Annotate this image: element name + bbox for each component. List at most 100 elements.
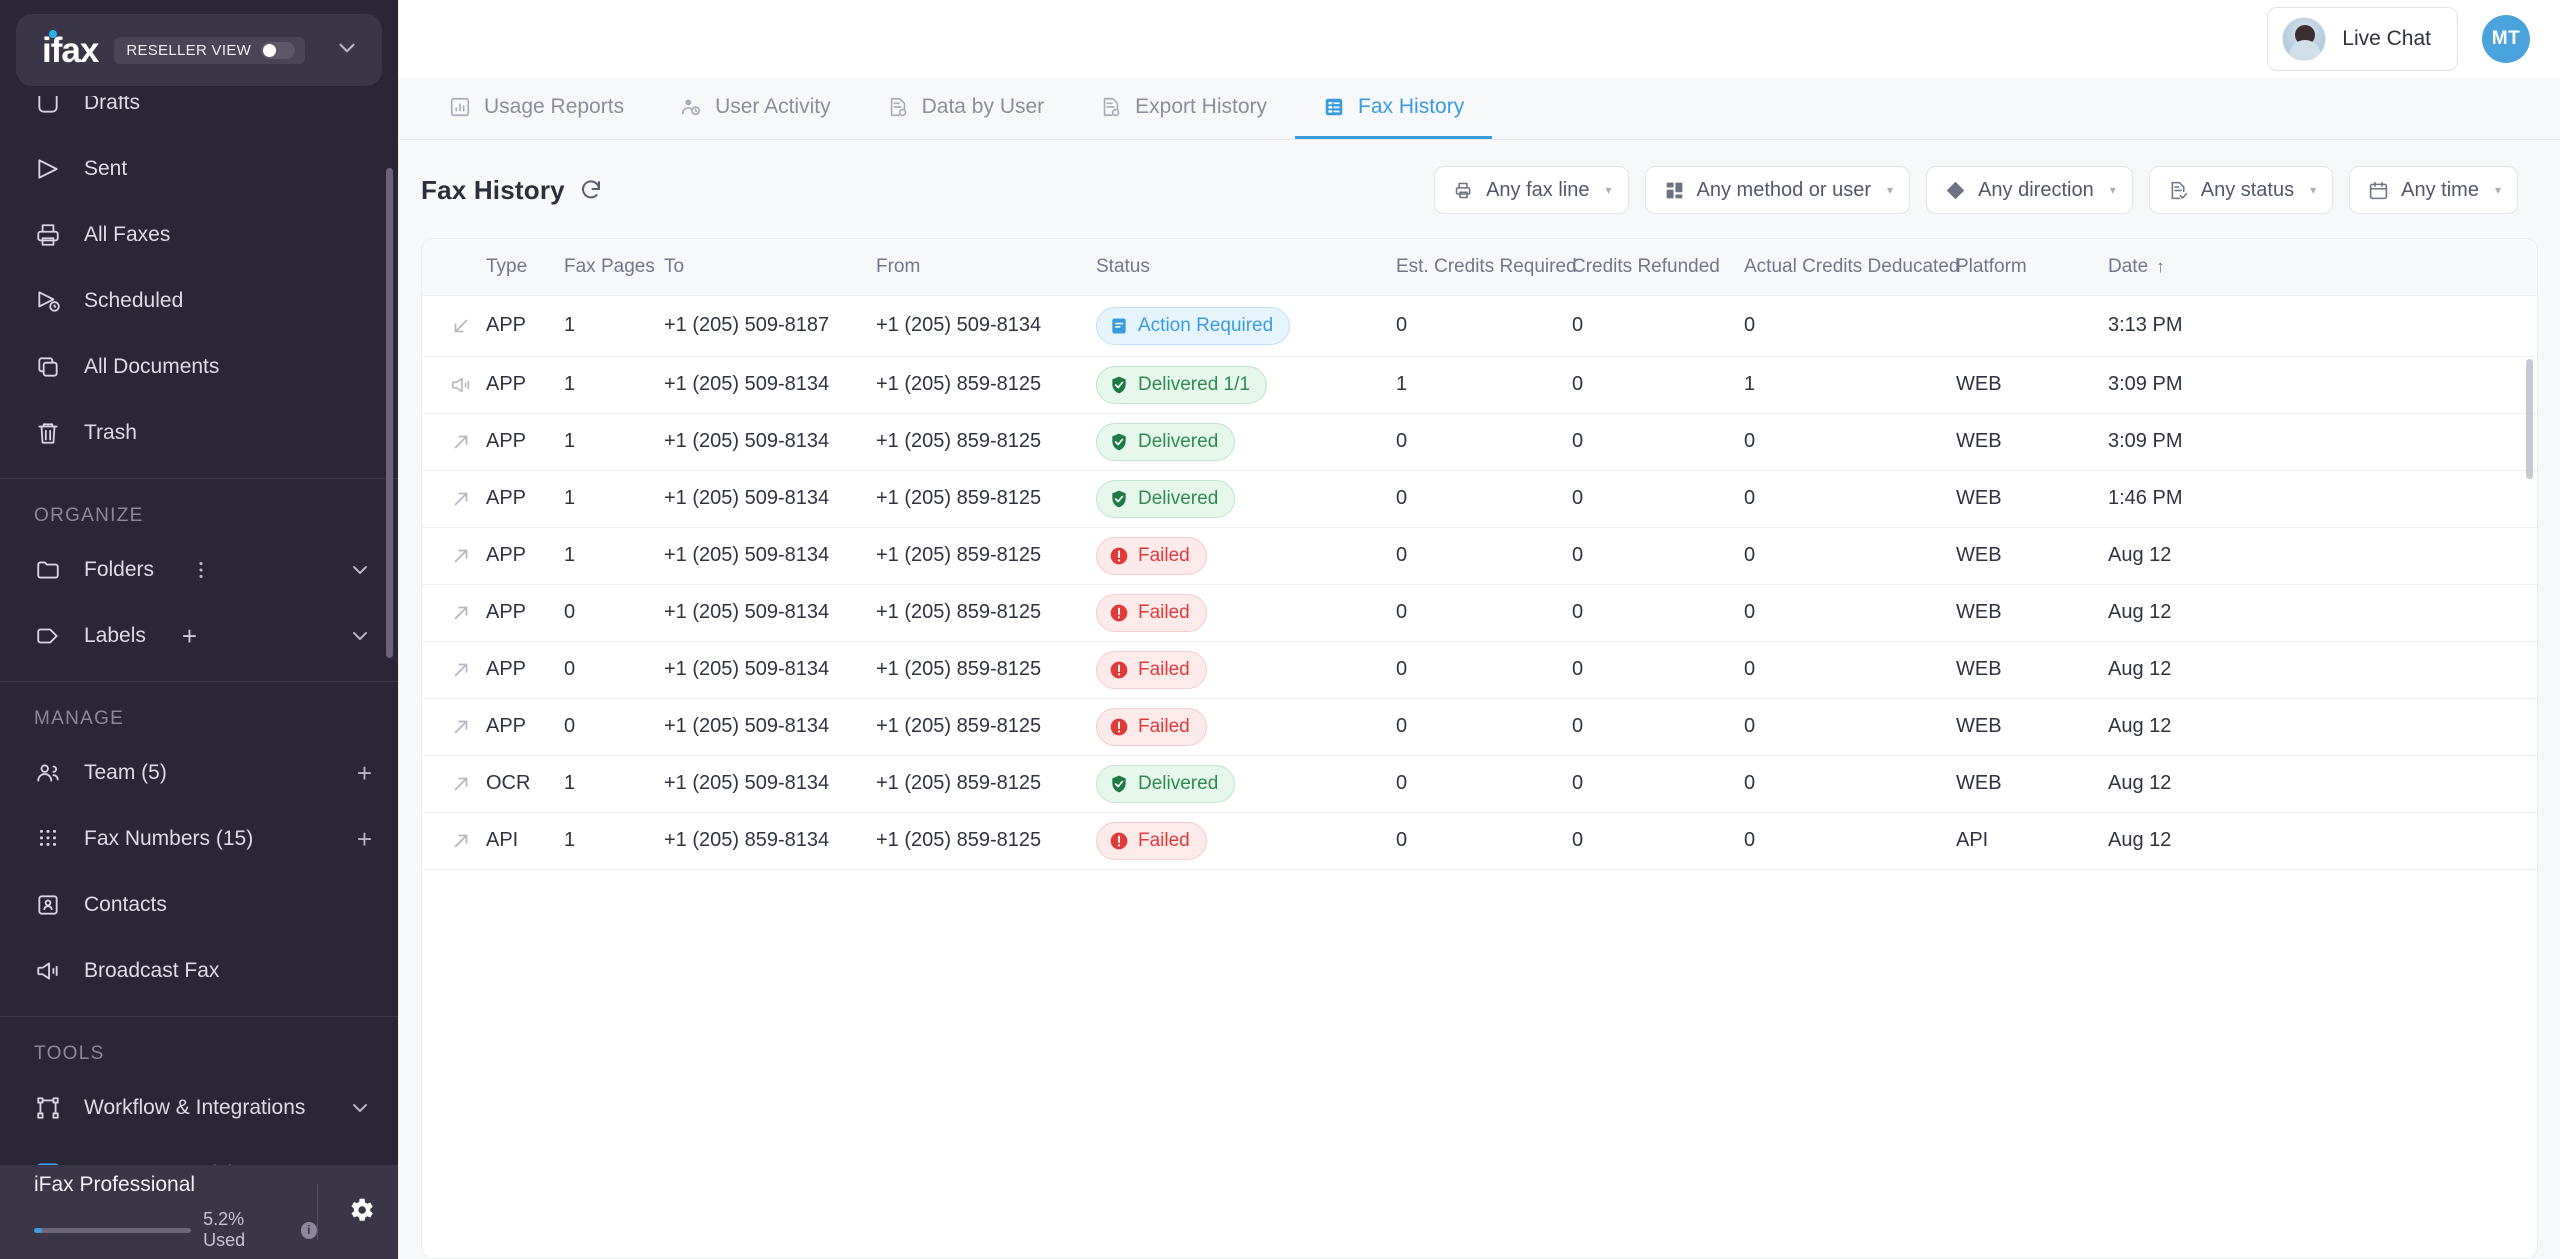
- cell-date: Aug 12: [2108, 755, 2537, 813]
- cell-date: Aug 12: [2108, 641, 2537, 699]
- cell-credits-refunded: 0: [1572, 698, 1744, 756]
- refresh-icon[interactable]: [579, 178, 603, 202]
- cell-direction: [422, 295, 486, 357]
- section-title-manage: MANAGE: [34, 708, 125, 729]
- cell-actual-credits-deducated: 0: [1744, 295, 1956, 357]
- col-credits-refunded[interactable]: Credits Refunded: [1572, 239, 1744, 296]
- plus-icon[interactable]: +: [357, 826, 372, 852]
- table-row[interactable]: APP 0 +1 (205) 509-8134 +1 (205) 859-8125 Fa…: [422, 641, 2537, 699]
- cell-actual-credits-deducated: 0: [1744, 584, 1956, 642]
- chevron-down-icon[interactable]: [348, 1096, 372, 1120]
- tab-usage-reports[interactable]: Usage Reports: [421, 78, 652, 139]
- filter-status[interactable]: Any status ▾: [2148, 166, 2334, 214]
- gear-icon[interactable]: [346, 1195, 376, 1230]
- filter-direction[interactable]: Any direction ▾: [1926, 166, 2133, 214]
- table-row[interactable]: OCR 1 +1 (205) 509-8134 +1 (205) 859-8125 De…: [422, 755, 2537, 813]
- table-row[interactable]: APP 1 +1 (205) 509-8134 +1 (205) 859-8125 De…: [422, 470, 2537, 528]
- filter-method-or-user[interactable]: Any method or user ▾: [1644, 166, 1911, 214]
- cell-to: +1 (205) 509-8134: [664, 470, 876, 528]
- reseller-view-toggle[interactable]: RESELLER VIEW: [114, 36, 306, 64]
- col-platform[interactable]: Platform: [1956, 239, 2108, 296]
- sidebar-item-drafts[interactable]: Drafts: [0, 96, 398, 136]
- cell-platform: WEB: [1956, 584, 2108, 642]
- sidebar-item-team[interactable]: Team (5) +: [0, 740, 398, 806]
- fax-history-table: Type Fax Pages To From Status Est. Credi…: [422, 239, 2537, 870]
- filter-time[interactable]: Any time ▾: [2349, 166, 2518, 214]
- chevron-down-icon[interactable]: [348, 624, 372, 648]
- tab-export-history[interactable]: Export History: [1072, 78, 1295, 139]
- table-row[interactable]: APP 1 +1 (205) 509-8134 +1 (205) 859-8125 De…: [422, 356, 2537, 414]
- col-to[interactable]: To: [664, 239, 876, 296]
- sidebar-item-contacts[interactable]: Contacts: [0, 872, 398, 938]
- tab-fax-history[interactable]: Fax History: [1295, 78, 1493, 139]
- sidebar-item-fax-numbers[interactable]: Fax Numbers (15) +: [0, 806, 398, 872]
- tab-label: Export History: [1135, 95, 1268, 118]
- status-badge: Action Required: [1096, 306, 1291, 345]
- sidebar-item-scheduled[interactable]: Scheduled: [0, 268, 398, 334]
- live-chat-button[interactable]: Live Chat: [2267, 7, 2458, 71]
- col-status[interactable]: Status: [1096, 239, 1396, 296]
- content-area: Usage Reports User Activity Data by User…: [398, 78, 2560, 1259]
- sidebar-item-sent[interactable]: Sent: [0, 136, 398, 202]
- sidebar-item-broadcast-fax[interactable]: Broadcast Fax: [0, 938, 398, 1004]
- cell-fax-pages: 0: [564, 641, 664, 699]
- cell-platform: WEB: [1956, 356, 2108, 414]
- status-badge: Delivered: [1096, 479, 1236, 518]
- chevron-down-icon: ▾: [1887, 183, 1894, 197]
- sidebar-scrollbar[interactable]: [386, 168, 393, 1159]
- sidebar-item-labels[interactable]: Labels +: [0, 603, 398, 669]
- cell-date: Aug 12: [2108, 812, 2537, 870]
- cell-from: +1 (205) 859-8125: [876, 755, 1096, 813]
- chevron-down-icon[interactable]: [348, 558, 372, 582]
- table-row[interactable]: APP 0 +1 (205) 509-8134 +1 (205) 859-8125 Fa…: [422, 584, 2537, 642]
- table-scrollbar-thumb[interactable]: [2526, 359, 2533, 479]
- section-title-tools: TOOLS: [34, 1043, 105, 1064]
- col-fax-pages[interactable]: Fax Pages: [564, 239, 664, 296]
- keypad-icon: [34, 825, 62, 853]
- status-icon: [2168, 180, 2189, 201]
- cell-status: Failed: [1096, 812, 1396, 870]
- table-row[interactable]: APP 0 +1 (205) 509-8134 +1 (205) 859-8125 Fa…: [422, 698, 2537, 756]
- filter-fax-line[interactable]: Any fax line ▾: [1434, 166, 1629, 214]
- cell-est-credits-required: 0: [1396, 413, 1572, 471]
- col-from[interactable]: From: [876, 239, 1096, 296]
- live-chat-avatar: [2282, 17, 2327, 61]
- chevron-down-icon[interactable]: [334, 35, 360, 66]
- sidebar-item-reports-activity[interactable]: Reports & Activity: [0, 1141, 398, 1165]
- sidebar-scrollbar-thumb[interactable]: [386, 168, 393, 658]
- col-actual-credits-deducated[interactable]: Actual Credits Deducated: [1744, 239, 1959, 296]
- col-type[interactable]: Type: [486, 239, 564, 296]
- sidebar-item-workflow-integrations[interactable]: Workflow & Integrations: [0, 1075, 398, 1141]
- cell-fax-pages: 0: [564, 584, 664, 642]
- sidebar: ifax RESELLER VIEW Drafts Sent All Faxes…: [0, 0, 398, 1259]
- cell-date: 3:13 PM: [2108, 295, 2537, 357]
- sidebar-label: Broadcast Fax: [84, 959, 220, 982]
- sidebar-item-trash[interactable]: Trash: [0, 400, 398, 466]
- sidebar-item-folders[interactable]: Folders: [0, 537, 398, 603]
- tab-user-activity[interactable]: User Activity: [652, 78, 859, 139]
- plus-icon[interactable]: +: [357, 760, 372, 786]
- plus-icon[interactable]: +: [182, 623, 197, 649]
- arrow-inbound-icon: [450, 315, 486, 337]
- table-row[interactable]: APP 1 +1 (205) 509-8187 +1 (205) 509-8134 Ac…: [422, 295, 2537, 357]
- cell-from: +1 (205) 859-8125: [876, 356, 1096, 414]
- tab-data-by-user[interactable]: Data by User: [859, 78, 1073, 139]
- cell-date: Aug 12: [2108, 584, 2537, 642]
- chevron-down-icon: ▾: [1605, 183, 1612, 197]
- more-options-icon[interactable]: [190, 559, 212, 581]
- brand-bar[interactable]: ifax RESELLER VIEW: [16, 14, 382, 86]
- table-row[interactable]: APP 1 +1 (205) 509-8134 +1 (205) 859-8125 De…: [422, 413, 2537, 471]
- table-row[interactable]: APP 1 +1 (205) 509-8134 +1 (205) 859-8125 Fa…: [422, 527, 2537, 585]
- sidebar-item-all-faxes[interactable]: All Faxes: [0, 202, 398, 268]
- col-est-credits-required[interactable]: Est. Credits Required: [1396, 239, 1577, 296]
- bar-chart-icon: [449, 96, 471, 118]
- table-row[interactable]: API 1 +1 (205) 859-8134 +1 (205) 859-8125 Fa…: [422, 812, 2537, 870]
- reseller-toggle-switch[interactable]: [261, 41, 296, 59]
- sidebar-item-all-documents[interactable]: All Documents: [0, 334, 398, 400]
- col-date[interactable]: Date ↑: [2108, 239, 2537, 296]
- cell-direction: [422, 470, 486, 528]
- user-avatar[interactable]: MT: [2482, 15, 2530, 63]
- info-icon[interactable]: i: [300, 1221, 318, 1239]
- cell-platform: [1956, 295, 2108, 357]
- arrow-outbound-icon: [450, 431, 486, 453]
